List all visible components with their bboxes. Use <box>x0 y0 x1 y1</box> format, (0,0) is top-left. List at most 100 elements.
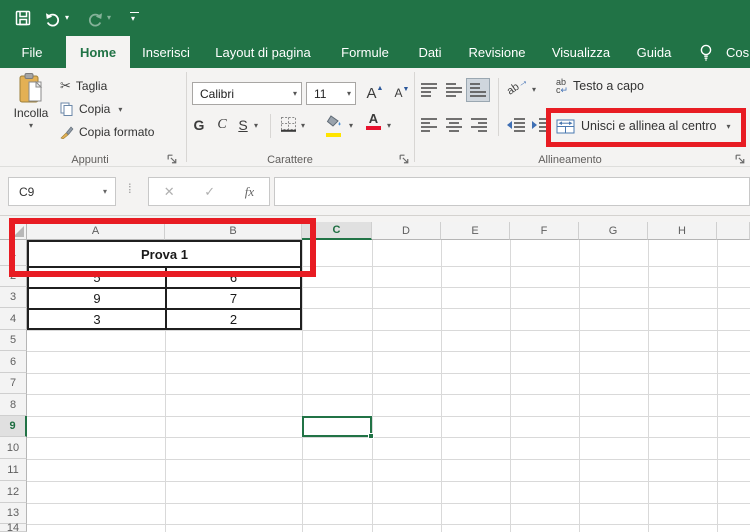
cut-scissors-icon: ✂ <box>60 78 71 93</box>
copy-button[interactable]: Copia ▾ <box>60 99 122 119</box>
font-size-combo[interactable]: 11 ▾ <box>306 82 356 105</box>
selected-cell-outline-C9[interactable] <box>302 416 372 437</box>
tab-formule[interactable]: Formule <box>336 36 394 68</box>
group-separator <box>414 72 415 162</box>
clipboard-group-label: Appunti <box>71 154 109 166</box>
orientation-dropdown-icon[interactable]: ▾ <box>532 85 536 94</box>
fill-handle[interactable] <box>368 433 374 439</box>
tab-guida[interactable]: Guida <box>632 36 676 68</box>
borders-dropdown-icon[interactable]: ▾ <box>301 121 305 130</box>
undo-icon[interactable] <box>44 9 62 27</box>
name-box-dropdown-icon[interactable]: ▾ <box>103 187 107 196</box>
underline-dropdown-icon[interactable]: ▾ <box>254 121 258 130</box>
paste-button[interactable]: Incolla ▾ <box>8 72 54 148</box>
gridline-vertical <box>302 240 303 532</box>
tab-inserisci[interactable]: Inserisci <box>138 36 194 68</box>
column-header-D[interactable]: D <box>372 222 441 240</box>
cell-B3[interactable]: 7 <box>165 287 302 308</box>
copy-dropdown-icon[interactable]: ▾ <box>118 105 122 114</box>
font-name-combo[interactable]: Calibri ▾ <box>192 82 302 105</box>
borders-icon[interactable] <box>280 116 297 133</box>
row-header-11[interactable]: 11 <box>0 459 27 481</box>
align-top-icon[interactable] <box>420 82 438 98</box>
orientation-icon[interactable]: ab→ <box>505 74 531 97</box>
row-header-4[interactable]: 4 <box>0 308 27 330</box>
bold-button[interactable]: G <box>188 112 210 138</box>
gridline-horizontal <box>27 459 750 460</box>
cut-button[interactable]: ✂ Taglia <box>60 76 107 96</box>
title-bar: ▾ ▾ ▾ <box>0 0 750 36</box>
row-header-14[interactable]: 14 <box>0 522 27 532</box>
column-header-H[interactable]: H <box>648 222 717 240</box>
customize-qat-icon[interactable] <box>130 12 139 13</box>
formula-bar-drag-dots-icon[interactable]: ⁞ <box>128 181 131 196</box>
font-name-dropdown-icon[interactable]: ▾ <box>293 89 297 98</box>
name-box[interactable]: C9 ▾ <box>8 177 116 206</box>
formula-input[interactable] <box>274 177 750 206</box>
redo-dropdown-icon: ▾ <box>107 13 112 22</box>
fill-color-dropdown-icon[interactable]: ▾ <box>349 121 353 130</box>
align-middle-icon[interactable] <box>445 82 463 98</box>
gridline-horizontal <box>27 373 750 374</box>
decrease-font-size-button[interactable]: A ▼ <box>390 81 414 105</box>
italic-button[interactable]: C <box>212 112 232 138</box>
row-header-8[interactable]: 8 <box>0 394 27 416</box>
font-color-dropdown-icon[interactable]: ▾ <box>387 121 391 130</box>
column-header-E[interactable]: E <box>441 222 510 240</box>
undo-dropdown-icon[interactable]: ▾ <box>65 13 69 22</box>
row-header-10[interactable]: 10 <box>0 437 27 459</box>
row-header-12[interactable]: 12 <box>0 481 27 503</box>
align-center-icon[interactable] <box>445 117 463 133</box>
align-left-icon[interactable] <box>420 117 438 133</box>
gridline-vertical <box>372 240 373 532</box>
format-painter-button[interactable]: Copia formato <box>60 122 154 142</box>
fill-color-button[interactable] <box>326 114 344 137</box>
row-header-6[interactable]: 6 <box>0 351 27 373</box>
font-dialog-launcher-icon[interactable] <box>398 153 411 166</box>
tell-me-lightbulb-icon[interactable] <box>698 43 714 62</box>
insert-function-icon[interactable]: fx <box>245 184 254 200</box>
decrease-indent-icon[interactable] <box>506 117 526 133</box>
save-icon[interactable] <box>14 9 32 27</box>
group-separator <box>186 72 187 162</box>
wrap-text-icon: ab c↵ <box>556 77 569 95</box>
tell-me-label[interactable]: Cos <box>722 36 750 68</box>
underline-button[interactable]: S <box>234 112 252 138</box>
gridline-vertical <box>717 240 718 532</box>
copy-icon <box>60 102 73 116</box>
customize-qat-chevron-icon[interactable]: ▾ <box>131 14 135 23</box>
cell-A3[interactable]: 9 <box>27 287 165 308</box>
cell-A4[interactable]: 3 <box>27 308 165 330</box>
tab-visualizza[interactable]: Visualizza <box>548 36 614 68</box>
gridline-vertical <box>441 240 442 532</box>
tab-file[interactable]: File <box>10 36 54 68</box>
small-separator <box>270 114 271 138</box>
tab-dati[interactable]: Dati <box>410 36 450 68</box>
row-header-3[interactable]: 3 <box>0 287 27 308</box>
column-header-G[interactable]: G <box>579 222 648 240</box>
tab-layout-di-pagina[interactable]: Layout di pagina <box>212 36 314 68</box>
cancel-icon[interactable]: ✕ <box>164 184 175 200</box>
gridline-horizontal <box>27 416 750 417</box>
column-header-F[interactable]: F <box>510 222 579 240</box>
align-right-icon[interactable] <box>470 117 488 133</box>
wrap-text-button[interactable]: ab c↵ Testo a capo <box>556 77 644 95</box>
column-header-partial[interactable] <box>717 222 750 240</box>
alignment-dialog-launcher-icon[interactable] <box>734 153 747 166</box>
align-bottom-button-selected[interactable] <box>466 78 490 102</box>
cell-B4[interactable]: 2 <box>165 308 302 330</box>
gridline-vertical <box>579 240 580 532</box>
fill-color-bar <box>326 133 341 137</box>
clipboard-dialog-launcher-icon[interactable] <box>166 153 179 166</box>
row-header-9[interactable]: 9 <box>0 416 27 437</box>
tab-revisione[interactable]: Revisione <box>464 36 530 68</box>
increase-font-size-button[interactable]: A ▲ <box>362 81 388 105</box>
paste-dropdown-icon[interactable]: ▾ <box>29 121 33 130</box>
gridline-vertical <box>648 240 649 532</box>
row-header-5[interactable]: 5 <box>0 330 27 351</box>
font-size-dropdown-icon[interactable]: ▾ <box>347 89 351 98</box>
row-header-7[interactable]: 7 <box>0 373 27 394</box>
font-color-button[interactable]: A <box>366 112 381 130</box>
enter-icon[interactable]: ✓ <box>204 184 215 200</box>
tab-home[interactable]: Home <box>66 36 130 69</box>
